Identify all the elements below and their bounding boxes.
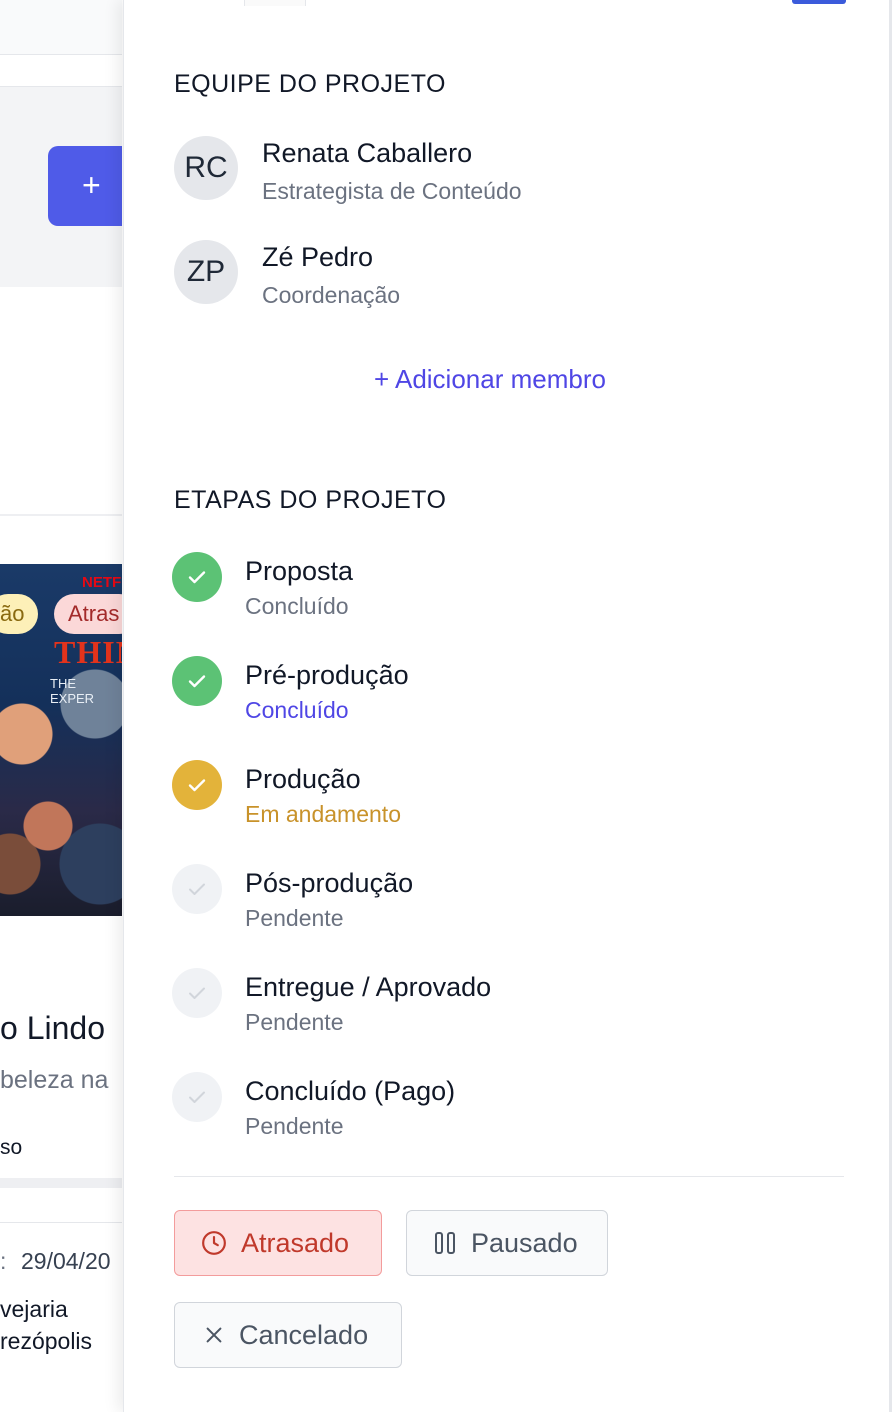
late-status-button[interactable]: Atrasado: [174, 1210, 382, 1276]
stage-name: Pré-produção: [245, 660, 409, 690]
stage-status: Em andamento: [245, 801, 401, 827]
close-icon: [203, 1324, 225, 1346]
background-card-separator: [0, 1178, 122, 1188]
stage-item-proposta[interactable]: Proposta Concluído: [172, 552, 812, 632]
cancelled-status-button[interactable]: Cancelado: [174, 1302, 402, 1368]
check-icon[interactable]: [172, 552, 222, 602]
poster-brand: NETFL: [82, 574, 122, 591]
clock-icon: [201, 1230, 227, 1256]
avatar: ZP: [174, 240, 238, 304]
project-cover-image[interactable]: NETFL THIN THE EXPER ão Atras: [0, 564, 122, 916]
project-side-panel: EQUIPE DO PROJETO RC Renata Caballero Es…: [123, 0, 890, 1412]
stage-name: Produção: [245, 764, 361, 794]
stage-item-pre-producao[interactable]: Pré-produção Concluído: [172, 656, 812, 736]
stage-status[interactable]: Concluído: [245, 697, 349, 724]
pause-icon: [433, 1230, 457, 1256]
background-divider: [0, 514, 122, 516]
panel-top-tab: [244, 0, 306, 6]
stage-name: Proposta: [245, 556, 354, 586]
card-subtitle: beleza na: [0, 1066, 109, 1094]
check-icon[interactable]: [172, 656, 222, 706]
location-line-2: rezópolis: [0, 1328, 93, 1354]
stages-section-title: ETAPAS DO PROJETO: [174, 486, 447, 514]
stage-item-pos-producao[interactable]: Pós-produção Pendente: [172, 864, 812, 944]
cancelled-status-label: Cancelado: [239, 1319, 369, 1350]
stage-item-concluido-pago[interactable]: Concluído (Pago) Pendente: [172, 1072, 812, 1152]
team-member[interactable]: ZP Zé Pedro Coordenação: [174, 240, 774, 310]
date-label: :: [0, 1248, 7, 1274]
member-role: Estrategista de Conteúdo: [262, 178, 522, 204]
member-role: Coordenação: [262, 282, 401, 308]
stage-status: Pendente: [245, 905, 344, 931]
check-icon[interactable]: [172, 968, 222, 1018]
check-icon[interactable]: [172, 864, 222, 914]
stage-name: Concluído (Pago): [245, 1076, 456, 1106]
stage-item-producao[interactable]: Produção Em andamento: [172, 760, 812, 840]
poster-title: THIN: [54, 634, 122, 670]
member-name: Zé Pedro: [262, 242, 374, 272]
card-meta: so: [0, 1136, 23, 1159]
background-topbar: [0, 0, 122, 55]
paused-status-button[interactable]: Pausado: [406, 1210, 608, 1276]
card-badge-late: Atras: [54, 594, 122, 634]
poster-subtitle: THE EXPER: [50, 676, 95, 706]
late-status-label: Atrasado: [241, 1227, 350, 1258]
background-add-button[interactable]: +: [48, 146, 122, 226]
stage-name: Pós-produção: [245, 868, 414, 898]
paused-status-label: Pausado: [471, 1227, 578, 1258]
stage-name: Entregue / Aprovado: [245, 972, 492, 1002]
stage-item-entregue[interactable]: Entregue / Aprovado Pendente: [172, 968, 812, 1048]
stage-status: Pendente: [245, 1113, 344, 1139]
card-title: o Lindo: [0, 1010, 105, 1046]
check-icon[interactable]: [172, 760, 222, 810]
panel-accent-bar: [792, 0, 846, 4]
team-section-title: EQUIPE DO PROJETO: [174, 70, 446, 98]
add-member-link[interactable]: + Adicionar membro: [374, 364, 606, 395]
avatar: RC: [174, 136, 238, 200]
card-badge-yellow: ão: [0, 594, 39, 634]
date-value: 29/04/20: [21, 1248, 111, 1274]
check-icon[interactable]: [172, 1072, 222, 1122]
stage-status: Concluído: [245, 593, 349, 619]
stage-status: Pendente: [245, 1009, 344, 1035]
member-name: Renata Caballero: [262, 138, 473, 168]
background-page: + NETFL THIN THE EXPER ão Atras o Lindo …: [0, 0, 122, 1412]
location-line-1: vejaria: [0, 1296, 68, 1322]
team-member[interactable]: RC Renata Caballero Estrategista de Cont…: [174, 136, 774, 206]
stages-divider: [174, 1176, 844, 1177]
